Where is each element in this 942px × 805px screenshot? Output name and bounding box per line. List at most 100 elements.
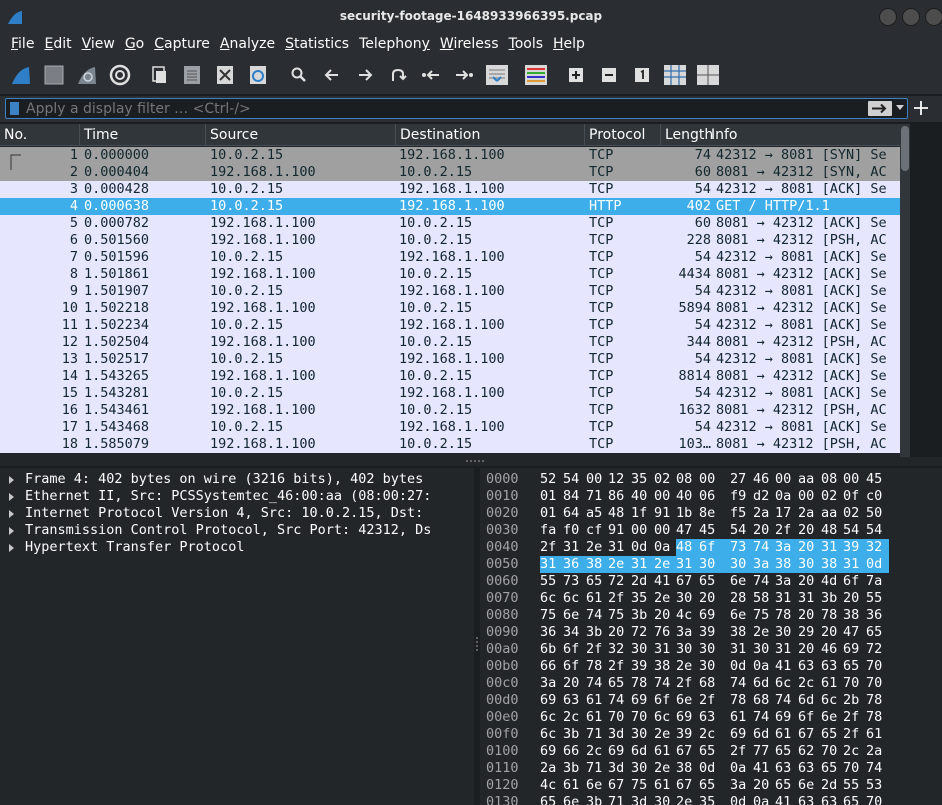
hex-byte[interactable]: 2c (798, 675, 814, 692)
hex-byte[interactable]: 0d (730, 658, 746, 675)
packet-row[interactable]: 17 1.543468 10.0.2.15 192.168.1.100 TCP 54 423… (0, 419, 910, 436)
hex-byte[interactable]: 69 (540, 743, 556, 760)
hex-byte[interactable]: 2e (654, 556, 676, 573)
hex-byte[interactable]: 17 (775, 505, 791, 522)
hex-byte[interactable]: 28 (730, 590, 746, 607)
hex-byte[interactable]: 6c (775, 675, 791, 692)
hex-byte[interactable]: 65 (821, 760, 837, 777)
hex-byte[interactable]: 6c (654, 709, 670, 726)
hex-byte[interactable]: 72 (608, 573, 624, 590)
hex-byte[interactable]: 54 (866, 522, 882, 539)
hex-byte[interactable]: 70 (608, 709, 624, 726)
hex-byte[interactable]: 32 (866, 539, 889, 556)
hex-byte[interactable]: 3a (753, 556, 775, 573)
normal-size-button[interactable] (629, 62, 655, 88)
hex-byte[interactable]: 6e (563, 607, 579, 624)
hex-byte[interactable]: 36 (866, 607, 882, 624)
hex-byte[interactable]: 2f (586, 641, 602, 658)
hex-byte[interactable]: 01 (540, 488, 556, 505)
hex-byte[interactable]: 66 (563, 743, 579, 760)
hex-byte[interactable]: 74 (608, 692, 624, 709)
hex-byte[interactable]: 2b (843, 692, 859, 709)
detail-tree-item[interactable]: Hypertext Transfer Protocol (0, 539, 474, 556)
hex-byte[interactable]: 38 (843, 607, 859, 624)
hex-byte[interactable]: 41 (775, 658, 791, 675)
menu-view[interactable]: View (77, 32, 120, 56)
hex-byte[interactable]: 63 (821, 658, 837, 675)
hex-byte[interactable]: 39 (676, 726, 692, 743)
hex-byte[interactable]: 91 (654, 505, 670, 522)
packet-row[interactable]: 12 1.502504 192.168.1.100 10.0.2.15 TCP 344 80… (0, 334, 910, 351)
hex-byte[interactable]: 30 (631, 726, 647, 743)
hex-byte[interactable]: 86 (608, 488, 624, 505)
hex-byte[interactable]: 40 (631, 488, 647, 505)
hex-byte[interactable]: 46 (753, 471, 769, 488)
go-to-packet-button[interactable] (385, 62, 411, 88)
column-header-source[interactable]: Source (206, 124, 396, 146)
hex-byte[interactable]: 69 (540, 692, 556, 709)
hex-byte[interactable]: 41 (775, 794, 791, 805)
hex-byte[interactable]: 20 (798, 522, 814, 539)
column-header-time[interactable]: Time (80, 124, 206, 146)
hex-byte[interactable]: 20 (798, 641, 814, 658)
hex-byte[interactable]: 31 (798, 590, 814, 607)
hex-byte[interactable]: 6f (798, 709, 814, 726)
hex-byte[interactable]: 64 (563, 505, 579, 522)
hex-byte[interactable]: 31 (540, 556, 563, 573)
hex-byte[interactable]: 78 (631, 675, 647, 692)
hex-byte[interactable]: 72 (866, 641, 882, 658)
hex-byte[interactable]: 91 (608, 522, 624, 539)
hex-byte[interactable]: 63 (699, 709, 715, 726)
hex-byte[interactable]: 30 (699, 658, 715, 675)
hex-byte[interactable]: 72 (631, 624, 647, 641)
hex-byte[interactable]: 68 (753, 692, 769, 709)
hex-byte[interactable]: aa (798, 471, 814, 488)
packet-row[interactable]: 3 0.000428 10.0.2.15 192.168.1.100 TCP 54 4231… (0, 181, 910, 198)
packet-bytes-pane[interactable]: 0000 52 54 00 12 35 02 08 00 27 46 00 aa 08 00 45 0010 01… (480, 468, 942, 805)
hex-byte[interactable]: 30 (798, 556, 821, 573)
hex-byte[interactable]: 78 (730, 692, 746, 709)
hex-byte[interactable]: 75 (540, 607, 556, 624)
chevron-down-icon[interactable] (896, 105, 904, 111)
hex-byte[interactable]: 20 (563, 675, 579, 692)
hex-byte[interactable]: 2d (821, 777, 837, 794)
hex-byte[interactable]: 32 (608, 641, 624, 658)
detail-tree-item[interactable]: Frame 4: 402 bytes on wire (3216 bits), … (0, 471, 474, 488)
hex-byte[interactable]: 65 (699, 743, 715, 760)
hex-byte[interactable]: f9 (730, 488, 746, 505)
hex-byte[interactable]: 54 (730, 522, 746, 539)
hex-byte[interactable]: 3b (821, 590, 837, 607)
expand-arrow-icon[interactable] (9, 510, 14, 518)
hex-byte[interactable]: 63 (775, 760, 791, 777)
hex-byte[interactable]: 73 (563, 573, 579, 590)
hex-byte[interactable]: 8e (699, 505, 715, 522)
hex-byte[interactable]: 74 (730, 675, 746, 692)
pane-splitter[interactable] (0, 457, 942, 466)
hex-byte[interactable]: 31 (775, 641, 791, 658)
hex-byte[interactable]: 0d (631, 539, 647, 556)
hex-byte[interactable]: 38 (775, 556, 798, 573)
hex-byte[interactable]: 6c (563, 590, 579, 607)
hex-byte[interactable]: 2f (843, 726, 859, 743)
hex-byte[interactable]: 31 (608, 539, 624, 556)
hex-byte[interactable]: 3a (775, 539, 798, 556)
hex-byte[interactable]: 48 (608, 505, 624, 522)
hex-byte[interactable]: 78 (821, 607, 837, 624)
expand-arrow-icon[interactable] (9, 493, 14, 501)
hex-byte[interactable]: 2f (730, 743, 746, 760)
hex-byte[interactable]: 1f (631, 505, 647, 522)
hex-byte[interactable]: 00 (699, 471, 715, 488)
packet-row[interactable]: 14 1.543265 192.168.1.100 10.0.2.15 TCP 8814 8… (0, 368, 910, 385)
hex-byte[interactable]: 20 (843, 590, 859, 607)
hex-byte[interactable]: 74 (654, 675, 670, 692)
zoom-out-button[interactable] (596, 62, 622, 88)
hex-byte[interactable]: 3b (631, 607, 647, 624)
hex-byte[interactable]: 54 (563, 471, 579, 488)
hex-byte[interactable]: 08 (676, 471, 692, 488)
hex-byte[interactable]: 2e (586, 539, 602, 556)
restart-capture-button[interactable] (74, 62, 100, 88)
hex-byte[interactable]: 47 (676, 522, 692, 539)
hex-byte[interactable]: 3b (563, 726, 579, 743)
hex-byte[interactable]: 30 (775, 624, 791, 641)
hex-byte[interactable]: 00 (654, 522, 670, 539)
